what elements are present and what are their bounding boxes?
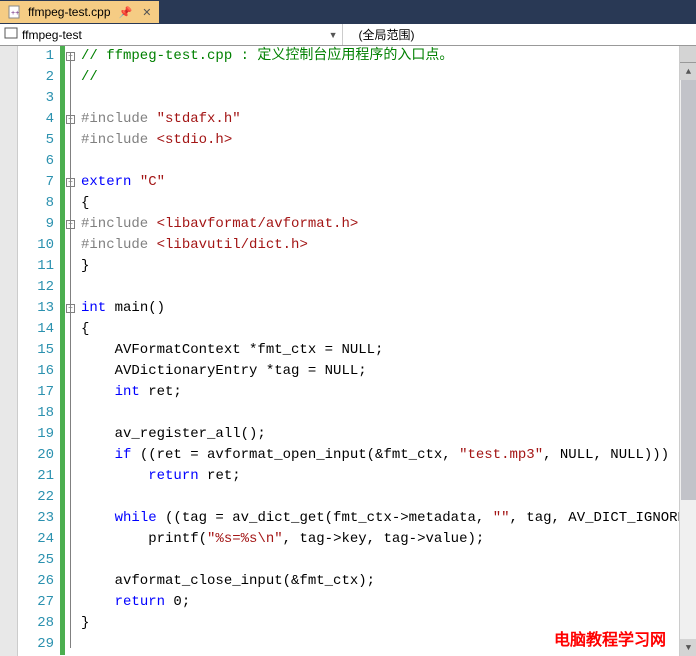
code-line[interactable]: AVDictionaryEntry *tag = NULL;	[79, 361, 696, 382]
line-number: 19	[18, 424, 54, 445]
code-line[interactable]: #include "stdafx.h"	[79, 109, 696, 130]
line-number: 16	[18, 361, 54, 382]
line-number: 23	[18, 508, 54, 529]
line-number: 21	[18, 466, 54, 487]
code-editor: 1234567891011121314151617181920212223242…	[0, 46, 696, 656]
code-line[interactable]: #include <libavutil/dict.h>	[79, 235, 696, 256]
code-line[interactable]	[79, 487, 696, 508]
code-line[interactable]: int main()	[79, 298, 696, 319]
line-number: 11	[18, 256, 54, 277]
code-line[interactable]: #include <stdio.h>	[79, 130, 696, 151]
code-line[interactable]: while ((tag = av_dict_get(fmt_ctx->metad…	[79, 508, 696, 529]
project-dropdown[interactable]: ffmpeg-test ▼	[0, 24, 343, 45]
line-number: 5	[18, 130, 54, 151]
code-line[interactable]	[79, 88, 696, 109]
line-number: 14	[18, 319, 54, 340]
line-number: 24	[18, 529, 54, 550]
project-icon	[4, 26, 18, 43]
line-number: 28	[18, 613, 54, 634]
line-number: 26	[18, 571, 54, 592]
tab-filename: ffmpeg-test.cpp	[28, 5, 111, 19]
code-line[interactable]: {	[79, 319, 696, 340]
scroll-up-button[interactable]: ▲	[680, 63, 696, 80]
project-name: ffmpeg-test	[22, 28, 82, 42]
code-line[interactable]: {	[79, 193, 696, 214]
code-line[interactable]: int ret;	[79, 382, 696, 403]
breakpoint-gutter[interactable]	[0, 46, 18, 656]
code-line[interactable]	[79, 277, 696, 298]
pin-icon[interactable]: 📌	[117, 6, 135, 19]
code-line[interactable]	[79, 151, 696, 172]
code-line[interactable]: extern "C"	[79, 172, 696, 193]
code-line[interactable]	[79, 403, 696, 424]
line-number: 13	[18, 298, 54, 319]
watermark: 电脑教程学习网	[554, 626, 666, 650]
scroll-down-button[interactable]: ▼	[680, 639, 696, 656]
split-handle[interactable]	[680, 46, 696, 63]
code-line[interactable]	[79, 550, 696, 571]
code-line[interactable]: AVFormatContext *fmt_ctx = NULL;	[79, 340, 696, 361]
line-number: 12	[18, 277, 54, 298]
line-number: 25	[18, 550, 54, 571]
line-number: 20	[18, 445, 54, 466]
code-line[interactable]: if ((ret = avformat_open_input(&fmt_ctx,…	[79, 445, 696, 466]
line-number: 15	[18, 340, 54, 361]
code-content[interactable]: // ffmpeg-test.cpp : 定义控制台应用程序的入口点。// #in…	[79, 46, 696, 656]
line-number: 9	[18, 214, 54, 235]
chevron-down-icon: ▼	[329, 30, 338, 40]
line-number-gutter: 1234567891011121314151617181920212223242…	[18, 46, 60, 656]
scroll-track[interactable]	[680, 80, 696, 639]
line-number: 17	[18, 382, 54, 403]
line-number: 1	[18, 46, 54, 67]
scope-dropdown[interactable]: (全局范围)	[343, 24, 696, 45]
close-icon[interactable]: ✕	[140, 6, 153, 19]
code-line[interactable]: #include <libavformat/avformat.h>	[79, 214, 696, 235]
line-number: 3	[18, 88, 54, 109]
code-line[interactable]: avformat_close_input(&fmt_ctx);	[79, 571, 696, 592]
line-number: 8	[18, 193, 54, 214]
line-number: 22	[18, 487, 54, 508]
line-number: 18	[18, 403, 54, 424]
code-line[interactable]: av_register_all();	[79, 424, 696, 445]
vertical-scrollbar[interactable]: ▲ ▼	[679, 46, 696, 656]
tab-bar: ++ ffmpeg-test.cpp 📌 ✕	[0, 0, 696, 24]
navigation-bar: ffmpeg-test ▼ (全局范围)	[0, 24, 696, 46]
code-line[interactable]: // ffmpeg-test.cpp : 定义控制台应用程序的入口点。	[79, 46, 696, 67]
cpp-file-icon: ++	[8, 5, 22, 19]
line-number: 2	[18, 67, 54, 88]
file-tab[interactable]: ++ ffmpeg-test.cpp 📌 ✕	[0, 1, 159, 23]
scope-label: (全局范围)	[359, 26, 415, 43]
fold-gutter[interactable]: −−−−−	[65, 46, 79, 656]
line-number: 7	[18, 172, 54, 193]
line-number: 10	[18, 235, 54, 256]
scroll-thumb[interactable]	[681, 80, 696, 500]
line-number: 29	[18, 634, 54, 655]
line-number: 4	[18, 109, 54, 130]
code-line[interactable]: return 0;	[79, 592, 696, 613]
line-number: 6	[18, 151, 54, 172]
code-line[interactable]: printf("%s=%s\n", tag->key, tag->value);	[79, 529, 696, 550]
code-line[interactable]: return ret;	[79, 466, 696, 487]
code-line[interactable]: //	[79, 67, 696, 88]
line-number: 27	[18, 592, 54, 613]
code-line[interactable]: }	[79, 256, 696, 277]
svg-text:++: ++	[11, 10, 19, 17]
